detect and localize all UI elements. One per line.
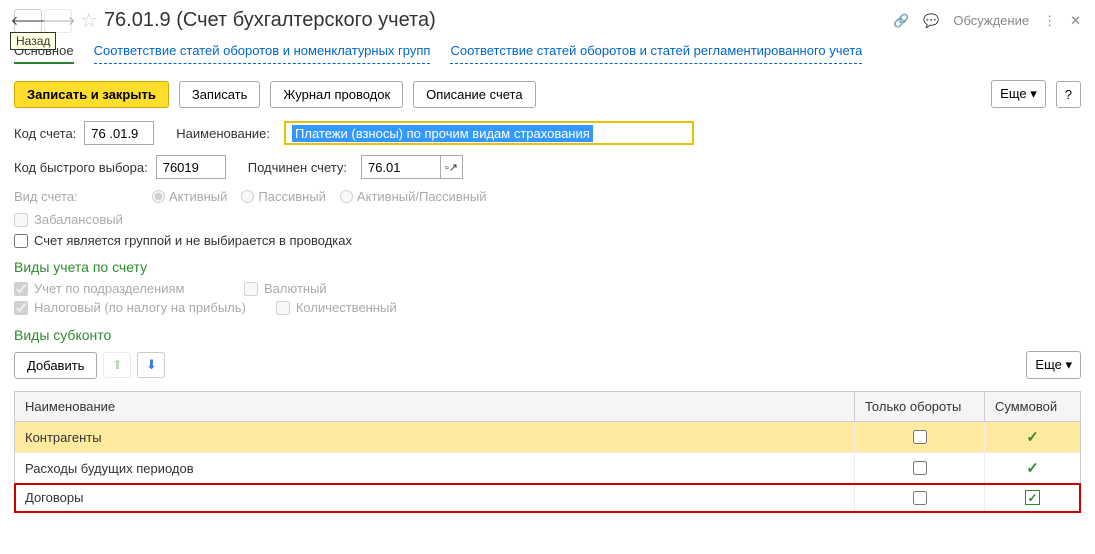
discussion-icon[interactable]: 💬: [923, 13, 939, 29]
tab-turnover-reglament[interactable]: Соответствие статей оборотов и статей ре…: [450, 43, 862, 64]
currency-checkbox: [244, 282, 258, 296]
nav-back-button[interactable]: 🡐: [14, 9, 42, 33]
nav-forward-button: 🡒: [44, 9, 72, 33]
cell-turnover[interactable]: [855, 453, 985, 483]
is-group-label: Счет является группой и не выбирается в …: [34, 233, 352, 248]
link-icon[interactable]: 🔗: [893, 13, 909, 29]
col-turnover[interactable]: Только обороты: [855, 392, 985, 421]
journal-button[interactable]: Журнал проводок: [270, 81, 403, 108]
save-button[interactable]: Записать: [179, 81, 261, 108]
tax-checkbox: [14, 301, 28, 315]
move-down-button[interactable]: ⬇: [137, 352, 165, 378]
is-group-checkbox[interactable]: [14, 234, 28, 248]
help-button[interactable]: ?: [1056, 81, 1081, 108]
cell-turnover[interactable]: [855, 484, 985, 511]
offbalance-label: Забалансовый: [34, 212, 123, 227]
cell-name: Расходы будущих периодов: [15, 453, 855, 483]
subkonto-more-button[interactable]: Еще ▾: [1026, 351, 1081, 379]
save-close-button[interactable]: Записать и закрыть: [14, 81, 169, 108]
offbalance-checkbox: [14, 213, 28, 227]
cell-sum[interactable]: ✓: [985, 484, 1080, 511]
parent-open-icon[interactable]: ▫↗: [441, 155, 463, 179]
radio-active: Активный: [152, 189, 227, 204]
parent-input[interactable]: [361, 155, 441, 179]
favorite-icon[interactable]: ☆: [80, 8, 98, 33]
cell-sum[interactable]: ✓: [985, 453, 1080, 483]
subkonto-table: Наименование Только обороты Суммовой Кон…: [14, 391, 1081, 513]
close-icon[interactable]: ✕: [1070, 13, 1081, 29]
col-name[interactable]: Наименование: [15, 392, 855, 421]
discussion-link[interactable]: Обсуждение: [953, 13, 1029, 28]
back-tooltip: Назад: [10, 32, 56, 50]
table-row[interactable]: Расходы будущих периодов ✓: [15, 453, 1080, 484]
dept-checkbox: [14, 282, 28, 296]
page-title: 76.01.9 (Счет бухгалтерского учета): [104, 9, 893, 32]
quick-label: Код быстрого выбора:: [14, 160, 148, 175]
radio-passive: Пассивный: [241, 189, 326, 204]
code-label: Код счета:: [14, 126, 76, 141]
kebab-menu-icon[interactable]: ⋮: [1043, 13, 1056, 29]
table-row[interactable]: Контрагенты ✓: [15, 422, 1080, 453]
code-input[interactable]: [84, 121, 154, 145]
table-row[interactable]: Договоры ✓: [15, 484, 1080, 512]
kind-label: Вид счета:: [14, 189, 144, 204]
cell-turnover[interactable]: [855, 422, 985, 452]
section-accounting-types: Виды учета по счету: [0, 251, 1095, 277]
name-label: Наименование:: [176, 126, 270, 141]
parent-label: Подчинен счету:: [248, 160, 347, 175]
quantity-checkbox: [276, 301, 290, 315]
more-button[interactable]: Еще ▾: [991, 80, 1046, 108]
cell-sum[interactable]: ✓: [985, 422, 1080, 452]
move-up-button: ⬆: [103, 352, 131, 378]
quick-input[interactable]: [156, 155, 226, 179]
radio-active-passive: Активный/Пассивный: [340, 189, 487, 204]
tab-turnover-groups[interactable]: Соответствие статей оборотов и номенклат…: [94, 43, 431, 64]
name-input[interactable]: Платежи (взносы) по прочим видам страхов…: [284, 121, 694, 145]
cell-name: Контрагенты: [15, 422, 855, 452]
col-sum[interactable]: Суммовой: [985, 392, 1080, 421]
description-button[interactable]: Описание счета: [413, 81, 535, 108]
section-subkonto: Виды субконто: [0, 319, 1095, 345]
cell-name: Договоры: [15, 484, 855, 511]
add-button[interactable]: Добавить: [14, 352, 97, 379]
